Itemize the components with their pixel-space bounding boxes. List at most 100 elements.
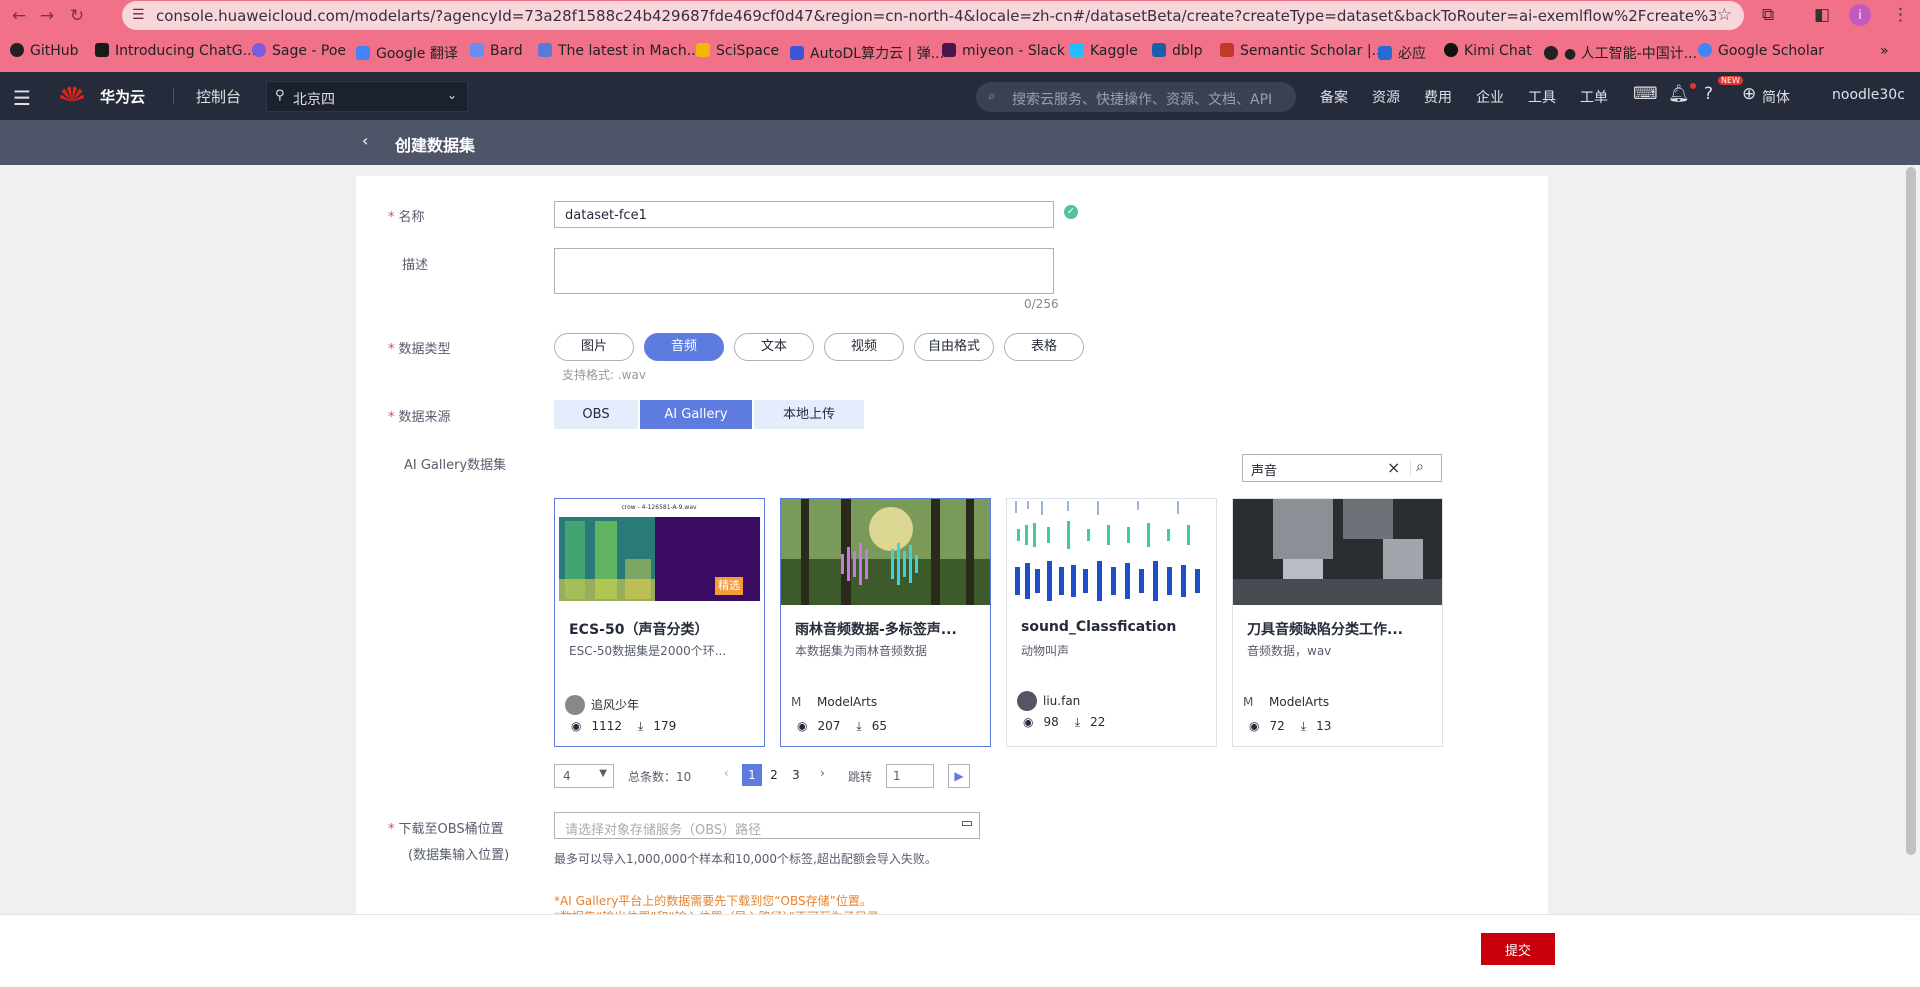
dataset-card[interactable]: crow - 4-126581-A-9.wav 精选 ECS-50（声音分类） … — [554, 498, 765, 747]
type-table[interactable]: 表格 — [1004, 333, 1084, 361]
region-name: 北京四 — [293, 92, 335, 108]
page-3[interactable]: 3 — [786, 764, 806, 786]
bell-icon[interactable]: 🔔︎ — [1668, 84, 1690, 104]
gallery-search-input[interactable]: 声音 × ⌕ — [1242, 454, 1442, 482]
nav-resources[interactable]: 资源 — [1372, 87, 1400, 107]
source-local-upload[interactable]: 本地上传 — [754, 400, 864, 429]
console-link[interactable]: 控制台 — [196, 86, 241, 107]
bookmark-item[interactable]: Sage - Poe — [252, 43, 346, 59]
region-selector[interactable]: ⚲ 北京四 ⌄ — [266, 81, 468, 112]
next-page-icon[interactable]: › — [820, 766, 825, 790]
type-video[interactable]: 视频 — [824, 333, 904, 361]
back-arrow-icon[interactable]: ← — [8, 5, 30, 27]
jump-go-icon[interactable]: ▶ — [948, 764, 970, 788]
type-audio[interactable]: 音频 — [644, 333, 724, 361]
nav-filing[interactable]: 备案 — [1320, 87, 1348, 107]
page-title: 创建数据集 — [395, 136, 476, 155]
nav-tickets[interactable]: 工单 — [1580, 87, 1608, 107]
forward-arrow-icon[interactable]: → — [36, 5, 58, 27]
extensions-icon[interactable]: ⧉ — [1762, 5, 1774, 25]
name-input[interactable]: dataset-fce1 — [554, 201, 1054, 228]
bookmark-item[interactable]: SciSpace — [696, 43, 779, 59]
caret-down-icon: ▼ — [599, 768, 607, 779]
page-1[interactable]: 1 — [742, 764, 762, 786]
bookmark-item[interactable]: Kimi Chat — [1444, 43, 1532, 59]
page-scrollbar[interactable] — [1902, 165, 1920, 914]
name-label: * 名称 — [388, 210, 425, 225]
page-size-select[interactable]: 4 ▼ — [554, 764, 614, 788]
language-switch[interactable]: 简体 — [1762, 87, 1790, 107]
bookmark-item[interactable]: dblp — [1152, 43, 1203, 59]
cloud-shell-icon[interactable]: ⌨ — [1633, 84, 1658, 104]
desc-char-counter: 0/256 — [1024, 297, 1059, 311]
more-bookmarks-icon[interactable]: » — [1880, 43, 1889, 59]
type-text[interactable]: 文本 — [734, 333, 814, 361]
folder-icon[interactable]: ▭ — [961, 816, 973, 831]
bookmark-item[interactable]: The latest in Mach... — [538, 43, 700, 59]
search-icon: ⌕ — [988, 89, 996, 104]
bookmark-item[interactable]: GitHub — [10, 43, 79, 59]
format-hint: 支持格式: .wav — [562, 368, 646, 382]
nav-tools[interactable]: 工具 — [1528, 87, 1556, 107]
bookmark-item[interactable]: Bard — [470, 43, 523, 59]
site-info-icon[interactable]: ☰ — [132, 7, 145, 23]
divider — [173, 88, 174, 104]
profile-avatar[interactable]: i — [1849, 4, 1871, 26]
scrollbar-thumb[interactable] — [1906, 167, 1916, 855]
dataset-card[interactable]: 刀具音频缺陷分类工作... 音频数据，wav M ModelArts ◉ 72 ⤓ 13 — [1232, 498, 1443, 747]
chevron-left-icon[interactable]: ‹ — [362, 131, 368, 150]
jump-input[interactable]: 1 — [886, 764, 934, 788]
address-row: ← → ↻ ☰ console.huaweicloud.com/modelart… — [0, 0, 1920, 31]
type-free-format[interactable]: 自由格式 — [914, 333, 994, 361]
obs-sublabel: (数据集输入位置) — [408, 848, 510, 863]
obs-path-input[interactable]: 请选择对象存储服务（OBS）路径 ▭ — [554, 812, 980, 839]
source-ai-gallery[interactable]: AI Gallery — [640, 400, 752, 429]
globe-icon[interactable]: ⊕ — [1742, 84, 1756, 104]
bookmark-item[interactable]: Introducing ChatG... — [95, 43, 256, 59]
search-icon[interactable]: ⌕ — [1416, 459, 1424, 475]
nav-enterprise[interactable]: 企业 — [1476, 87, 1504, 107]
prev-page-icon[interactable]: ‹ — [724, 766, 729, 790]
huawei-logo-icon[interactable] — [58, 82, 86, 110]
console-topbar: ☰ 华为云 控制台 ⚲ 北京四 ⌄ ⌕ 搜索云服务、快捷操作、资源、文档、API… — [0, 72, 1920, 120]
download-icon: ⤓ — [638, 719, 644, 733]
dataset-thumbnail — [1233, 499, 1442, 605]
location-pin-icon: ⚲ — [275, 88, 285, 103]
sidebar-icon[interactable]: ◧ — [1814, 5, 1830, 25]
bookmark-item[interactable]: Semantic Scholar |... — [1220, 43, 1385, 59]
help-icon[interactable]: ? — [1704, 84, 1713, 104]
eye-icon: ◉ — [797, 719, 808, 733]
modelarts-logo-icon: M — [1243, 695, 1254, 709]
bookmark-item[interactable]: Google Scholar — [1698, 43, 1824, 59]
bookmark-item[interactable]: AutoDL算力云 | 弹... — [790, 43, 944, 63]
type-image[interactable]: 图片 — [554, 333, 634, 361]
avatar — [1017, 691, 1037, 711]
dataset-thumbnail — [781, 499, 990, 605]
bookmark-star-icon[interactable]: ☆ — [1717, 5, 1732, 25]
card-stats: ◉ 72 ⤓ 13 — [1249, 719, 1332, 733]
address-bar[interactable]: ☰ console.huaweicloud.com/modelarts/?age… — [122, 1, 1744, 30]
reload-icon[interactable]: ↻ — [66, 5, 88, 27]
obs-hint: 最多可以导入1,000,000个样本和10,000个标签,超出配额会导入失败。 — [554, 852, 937, 866]
menu-dots-icon[interactable]: ⋮ — [1892, 5, 1909, 25]
global-search-input[interactable]: ⌕ 搜索云服务、快捷操作、资源、文档、API — [976, 82, 1296, 112]
nav-billing[interactable]: 费用 — [1424, 87, 1452, 107]
dataset-card[interactable]: 雨林音频数据-多标签声... 本数据集为雨林音频数据 M ModelArts ◉ 2… — [780, 498, 991, 747]
user-account[interactable]: noodle30c — [1832, 87, 1905, 103]
bookmark-item[interactable]: Google 翻译 — [356, 43, 458, 63]
source-obs[interactable]: OBS — [554, 400, 638, 429]
clear-icon[interactable]: × — [1387, 458, 1400, 477]
menu-icon[interactable]: ☰ — [13, 86, 31, 110]
bookmark-item[interactable]: miyeon - Slack — [942, 43, 1065, 59]
page-2[interactable]: 2 — [764, 764, 784, 786]
total-count: 总条数：10 — [628, 770, 692, 784]
bookmark-item[interactable]: ● 人工智能-中国计... — [1544, 43, 1697, 63]
card-author: liu.fan — [1017, 691, 1080, 711]
submit-button[interactable]: 提交 — [1481, 933, 1555, 965]
description-textarea[interactable] — [554, 248, 1054, 294]
brand-name[interactable]: 华为云 — [100, 86, 145, 107]
dataset-card[interactable]: sound_Classfication 动物叫声 liu.fan ◉ 98 ⤓ 22 — [1006, 498, 1217, 747]
bookmark-item[interactable]: 必应 — [1378, 43, 1426, 63]
bookmark-item[interactable]: Kaggle — [1070, 43, 1138, 59]
new-badge: NEW — [1718, 76, 1743, 85]
